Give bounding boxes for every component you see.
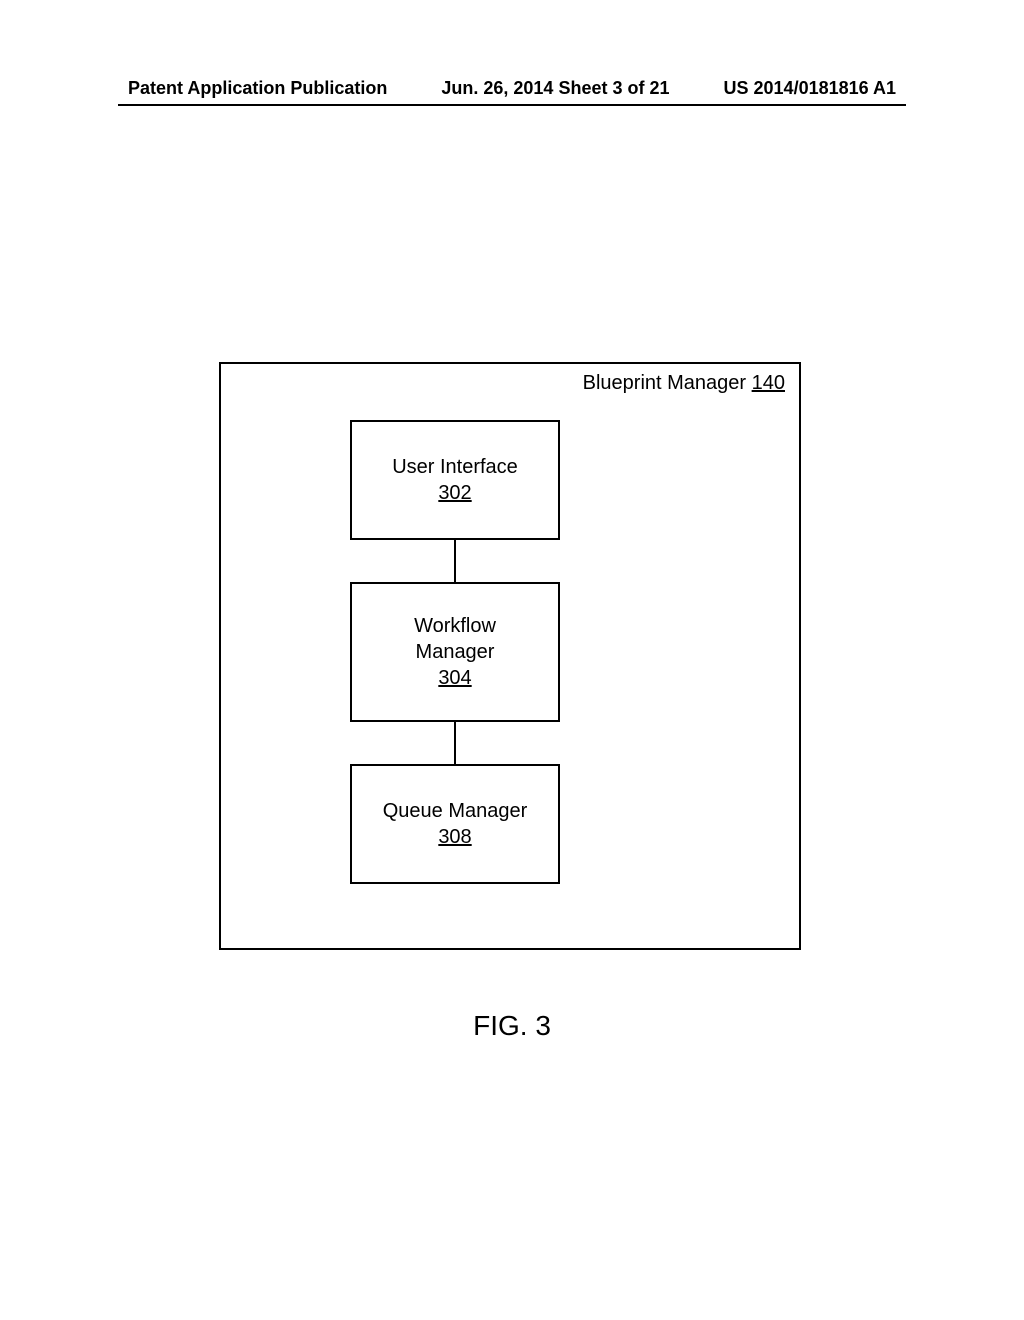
connector-line [454, 540, 456, 582]
sheet-info: Jun. 26, 2014 Sheet 3 of 21 [441, 78, 669, 99]
publication-type: Patent Application Publication [128, 78, 387, 99]
figure-caption: FIG. 3 [0, 1010, 1024, 1042]
patent-number: US 2014/0181816 A1 [724, 78, 896, 99]
user-interface-block: User Interface 302 [350, 420, 560, 540]
block-label: Queue Manager [383, 798, 528, 824]
workflow-manager-block: Workflow Manager 304 [350, 582, 560, 722]
block-label-line1: Workflow [414, 613, 496, 639]
blueprint-manager-container: Blueprint Manager 140 User Interface 302… [219, 362, 801, 950]
block-ref-num: 304 [438, 665, 471, 691]
queue-manager-block: Queue Manager 308 [350, 764, 560, 884]
block-label: User Interface [392, 454, 518, 480]
page-header: Patent Application Publication Jun. 26, … [0, 78, 1024, 99]
block-ref-num: 308 [438, 824, 471, 850]
container-title: Blueprint Manager 140 [583, 372, 785, 395]
container-ref-num: 140 [752, 372, 785, 394]
block-ref-num: 302 [438, 480, 471, 506]
connector-line [454, 722, 456, 764]
block-label-line2: Manager [416, 639, 495, 665]
container-title-text: Blueprint Manager [583, 372, 752, 394]
header-divider [118, 104, 906, 106]
